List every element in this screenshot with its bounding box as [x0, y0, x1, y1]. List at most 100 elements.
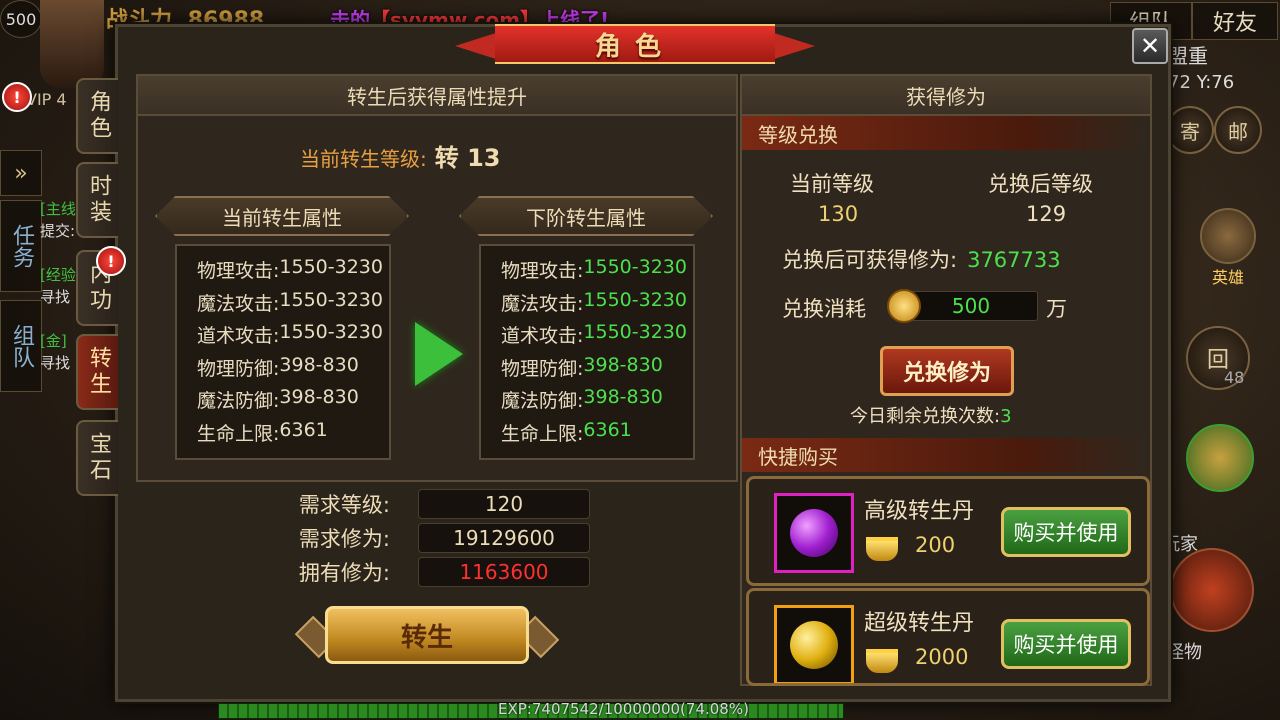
remaining-label: 今日剩余兑换次数: — [850, 406, 1001, 427]
current-rebirth-level: 当前转生等级: 转 13 — [300, 138, 501, 173]
gold-pill-icon — [790, 621, 838, 669]
tab-rebirth[interactable]: 转生 — [76, 334, 118, 410]
mail-button[interactable]: 邮 — [1214, 106, 1262, 154]
attr-row: 物理攻击: 1550-3230 — [197, 256, 389, 289]
return-button[interactable]: 回 48 — [1186, 326, 1250, 390]
mail-send-button[interactable]: 寄 — [1166, 106, 1214, 154]
friends-button[interactable]: 好友 — [1192, 2, 1278, 40]
purple-pill-icon — [790, 509, 838, 557]
attr-name: 生命上限: — [501, 422, 584, 445]
attr-row: 生命上限: 6361 — [501, 419, 693, 452]
attr-name: 物理攻击: — [501, 260, 584, 282]
inner-power-alert-icon: ! — [96, 246, 126, 276]
quest-list[interactable]: [主线] 提交: [经验] 寻找 [金] 寻找 — [40, 198, 76, 374]
expand-arrow-icon[interactable]: » — [0, 150, 42, 196]
next-attr-title: 下阶转生属性 — [459, 196, 713, 236]
gain-cultivation-header: 获得修为 — [742, 76, 1150, 116]
current-rebirth-level-value: 转 13 — [434, 144, 501, 172]
requirement-label: 拥有修为: — [298, 561, 390, 585]
tab-gems[interactable]: 宝石 — [76, 420, 118, 496]
item-name: 超级转生丹 — [864, 611, 975, 636]
attr-name: 魔法防御: — [501, 390, 584, 412]
team-side-tab[interactable]: 组队 — [0, 300, 42, 392]
item-name: 高级转生丹 — [864, 499, 975, 524]
attr-value: 6361 — [279, 418, 328, 441]
close-button[interactable]: ✕ — [1132, 28, 1168, 64]
avatar-alert-icon: ! — [2, 82, 32, 112]
close-icon: ✕ — [1139, 32, 1161, 60]
rebirth-button[interactable]: 转生 — [294, 602, 560, 668]
current-attr-title-text: 当前转生属性 — [222, 205, 342, 230]
attr-row: 魔法防御: 398-830 — [197, 386, 389, 419]
requirement-value: 19129600 — [418, 523, 590, 553]
item-price: 2000 — [915, 645, 969, 669]
attr-value: 398-830 — [583, 353, 663, 376]
quest-line: 提交: — [40, 222, 76, 240]
right-arrow-icon — [415, 322, 463, 386]
exp-text: EXP:7407542/10000000(74.08%) — [498, 700, 749, 718]
requirement-label: 需求等级: — [298, 493, 390, 517]
shop-item-super: 超级转生丹 2000 购买并使用 — [746, 588, 1150, 686]
hero-button[interactable]: 英雄 — [1200, 208, 1256, 287]
attr-value: 1550-3230 — [279, 256, 383, 278]
monster-target-label[interactable]: 怪物 — [1166, 638, 1202, 664]
attr-value: 1550-3230 — [583, 288, 687, 311]
attack-button[interactable] — [1170, 548, 1254, 632]
attr-name: 道术攻击: — [197, 325, 280, 347]
quest-line: [金] — [40, 332, 67, 350]
after-level-label: 兑换后等级 — [988, 172, 1093, 196]
gold-coin-icon — [887, 289, 921, 323]
attr-name: 物理攻击: — [197, 260, 280, 282]
item-price: 200 — [915, 533, 956, 557]
hero-label: 英雄 — [1211, 268, 1244, 287]
requirement-row: 需求修为: 19129600 — [270, 523, 590, 553]
attr-value: 398-830 — [279, 353, 359, 376]
tab-label: 时装 — [86, 174, 111, 226]
quest-line: 寻找 — [40, 288, 71, 306]
attr-name: 魔法防御: — [197, 390, 280, 412]
next-attr-list: 物理攻击: 1550-3230 魔法攻击: 1550-3230 道术攻击: 1550-… — [479, 244, 695, 460]
buy-and-use-button[interactable]: 购买并使用 — [1001, 507, 1131, 557]
after-level-value: 129 — [1026, 202, 1067, 226]
cost-value: 500 — [904, 291, 1038, 321]
buy-and-use-button[interactable]: 购买并使用 — [1001, 619, 1131, 669]
remaining-exchanges: 今日剩余兑换次数:3 — [850, 402, 1012, 428]
requirement-row: 需求等级: 120 — [270, 489, 590, 519]
tab-label: 宝石 — [86, 432, 111, 484]
gain-after-exchange: 兑换后可获得修为: 3767733 — [782, 244, 1061, 274]
attr-value: 1550-3230 — [583, 256, 687, 278]
attr-row: 魔法攻击: 1550-3230 — [501, 289, 693, 322]
quest-line: 寻找 — [40, 354, 71, 372]
skill-button[interactable] — [1186, 424, 1254, 492]
requirement-row: 拥有修为: 1163600 — [270, 557, 590, 587]
requirement-value-owned: 1163600 — [418, 557, 590, 587]
attr-value: 1550-3230 — [279, 288, 383, 311]
current-level-value: 130 — [818, 202, 859, 226]
attr-name: 魔法攻击: — [197, 292, 280, 315]
rebirth-attributes-header: 转生后获得属性提升 — [138, 76, 736, 116]
attr-row: 魔法防御: 398-830 — [501, 386, 693, 419]
quick-buy-title: 快捷购买 — [758, 444, 838, 469]
cost-label: 兑换消耗 — [782, 297, 866, 321]
exchange-cultivation-button[interactable]: 兑换修为 — [880, 346, 1014, 396]
panel-title: 角色 — [594, 31, 675, 62]
attr-row: 道术攻击: 1550-3230 — [197, 321, 389, 354]
banner-body: 角色 — [495, 24, 775, 64]
attr-row: 物理防御: 398-830 — [501, 354, 693, 387]
level-badge: 500 — [0, 0, 42, 38]
attr-value: 398-830 — [279, 386, 359, 408]
attr-value: 1550-3230 — [583, 321, 687, 343]
banner-left-tail — [455, 32, 499, 60]
attr-row: 魔法攻击: 1550-3230 — [197, 289, 389, 322]
item-frame[interactable] — [774, 605, 854, 683]
item-frame[interactable] — [774, 493, 854, 573]
quest-line: [主线] — [40, 200, 76, 218]
tab-fashion[interactable]: 时装 — [76, 162, 118, 238]
current-attr-title: 当前转生属性 — [155, 196, 409, 236]
gain-cultivation-title: 获得修为 — [906, 84, 986, 109]
gain-value: 3767733 — [967, 248, 1061, 272]
tab-character[interactable]: 角色 — [76, 78, 118, 154]
quest-side-tab[interactable]: 任务 — [0, 200, 42, 292]
attr-row: 物理防御: 398-830 — [197, 354, 389, 387]
player-avatar[interactable] — [40, 0, 104, 88]
